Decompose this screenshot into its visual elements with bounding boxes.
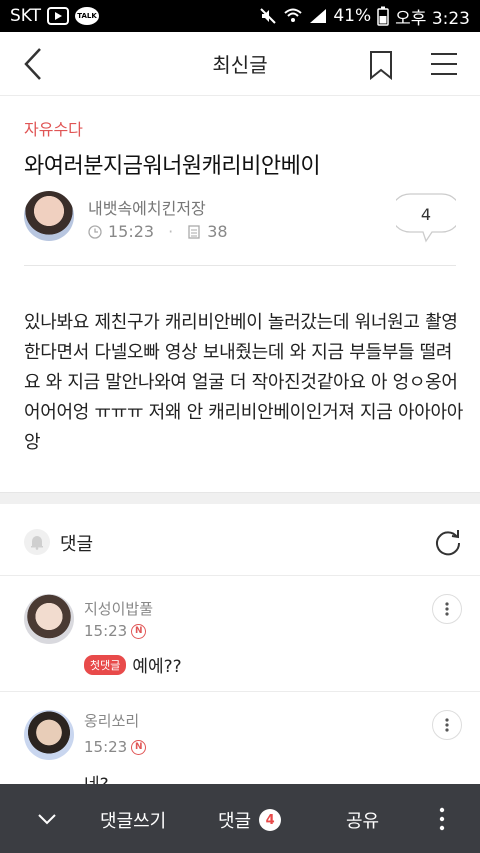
comments-button-label: 댓글: [218, 811, 252, 832]
commenter-avatar[interactable]: [24, 594, 74, 644]
comment-count: 4: [420, 205, 432, 224]
comment-time-text: 15:23: [84, 738, 128, 756]
more-options-icon[interactable]: [432, 806, 452, 832]
battery-icon: [377, 6, 389, 26]
hamburger-menu-icon[interactable]: [430, 52, 458, 76]
commenter-name[interactable]: 지성이밥풀: [84, 598, 153, 619]
view-count: 38: [207, 222, 228, 241]
divider: [24, 265, 456, 266]
battery-percent: 41%: [333, 6, 372, 26]
comment-divider: [0, 691, 480, 692]
comment-more-button[interactable]: [432, 710, 462, 740]
comment-time: 15:23 N: [84, 622, 147, 640]
first-comment-badge: 첫댓글: [84, 654, 127, 675]
new-badge: N: [131, 623, 147, 639]
post-time: 15:23: [108, 222, 155, 241]
signal-icon: [310, 9, 327, 23]
post-body: 있나봐요 제친구가 캐리비안베이 놀러갔는데 워너원고 촬영 한다면서 다넬오빠…: [24, 312, 464, 453]
new-badge: N: [131, 739, 147, 755]
vertical-dots-icon: [445, 602, 449, 616]
vertical-dots-icon: [445, 718, 449, 732]
youtube-icon: [47, 7, 70, 25]
author-name[interactable]: 내뱃속에치킨저장: [88, 195, 206, 219]
comment-time-text: 15:23: [84, 622, 128, 640]
clock-time: 오후 3:23: [395, 8, 470, 29]
comment-text: 예에??: [132, 657, 182, 677]
top-app-bar: 최신글: [0, 32, 480, 96]
meta-separator: ·: [168, 222, 174, 241]
wifi-icon: [284, 8, 303, 22]
comments-label: 댓글: [60, 534, 94, 555]
views-icon: [188, 224, 200, 239]
bell-icon[interactable]: [24, 529, 50, 555]
comments-header: 댓글: [0, 504, 480, 576]
kakaotalk-icon: TALK: [75, 7, 100, 25]
back-arrow-icon[interactable]: [18, 46, 48, 82]
status-bar: SKT TALK 41% 오후 3:23: [0, 0, 480, 32]
comment-time: 15:23 N: [84, 738, 147, 756]
bookmark-icon[interactable]: [368, 50, 394, 80]
post-category[interactable]: 자유수다: [24, 116, 83, 140]
mute-icon: [260, 8, 277, 24]
comments-button[interactable]: 댓글 4: [218, 807, 282, 833]
chevron-down-icon[interactable]: [36, 808, 58, 830]
share-button[interactable]: 공유: [346, 807, 379, 833]
comments-count-badge: 4: [259, 809, 282, 831]
bottom-action-bar: 댓글쓰기 댓글 4 공유: [0, 784, 480, 853]
write-comment-button[interactable]: 댓글쓰기: [100, 807, 166, 833]
post-title: 와여러분지금워너원캐리비안베이: [24, 154, 321, 179]
section-separator: [0, 492, 480, 504]
page-title: 최신글: [212, 53, 268, 77]
refresh-icon[interactable]: [434, 528, 462, 556]
post-meta: 15:23 · 38: [88, 222, 228, 241]
commenter-avatar[interactable]: [24, 710, 74, 760]
carrier-label: SKT: [10, 6, 42, 26]
comment-count-bubble[interactable]: 4: [390, 193, 462, 243]
commenter-name[interactable]: 옹리쏘리: [84, 710, 139, 731]
clock-icon: [88, 224, 102, 239]
comment-more-button[interactable]: [432, 594, 462, 624]
comment-text-row: 첫댓글 예에??: [84, 652, 182, 677]
author-avatar[interactable]: [24, 191, 74, 241]
